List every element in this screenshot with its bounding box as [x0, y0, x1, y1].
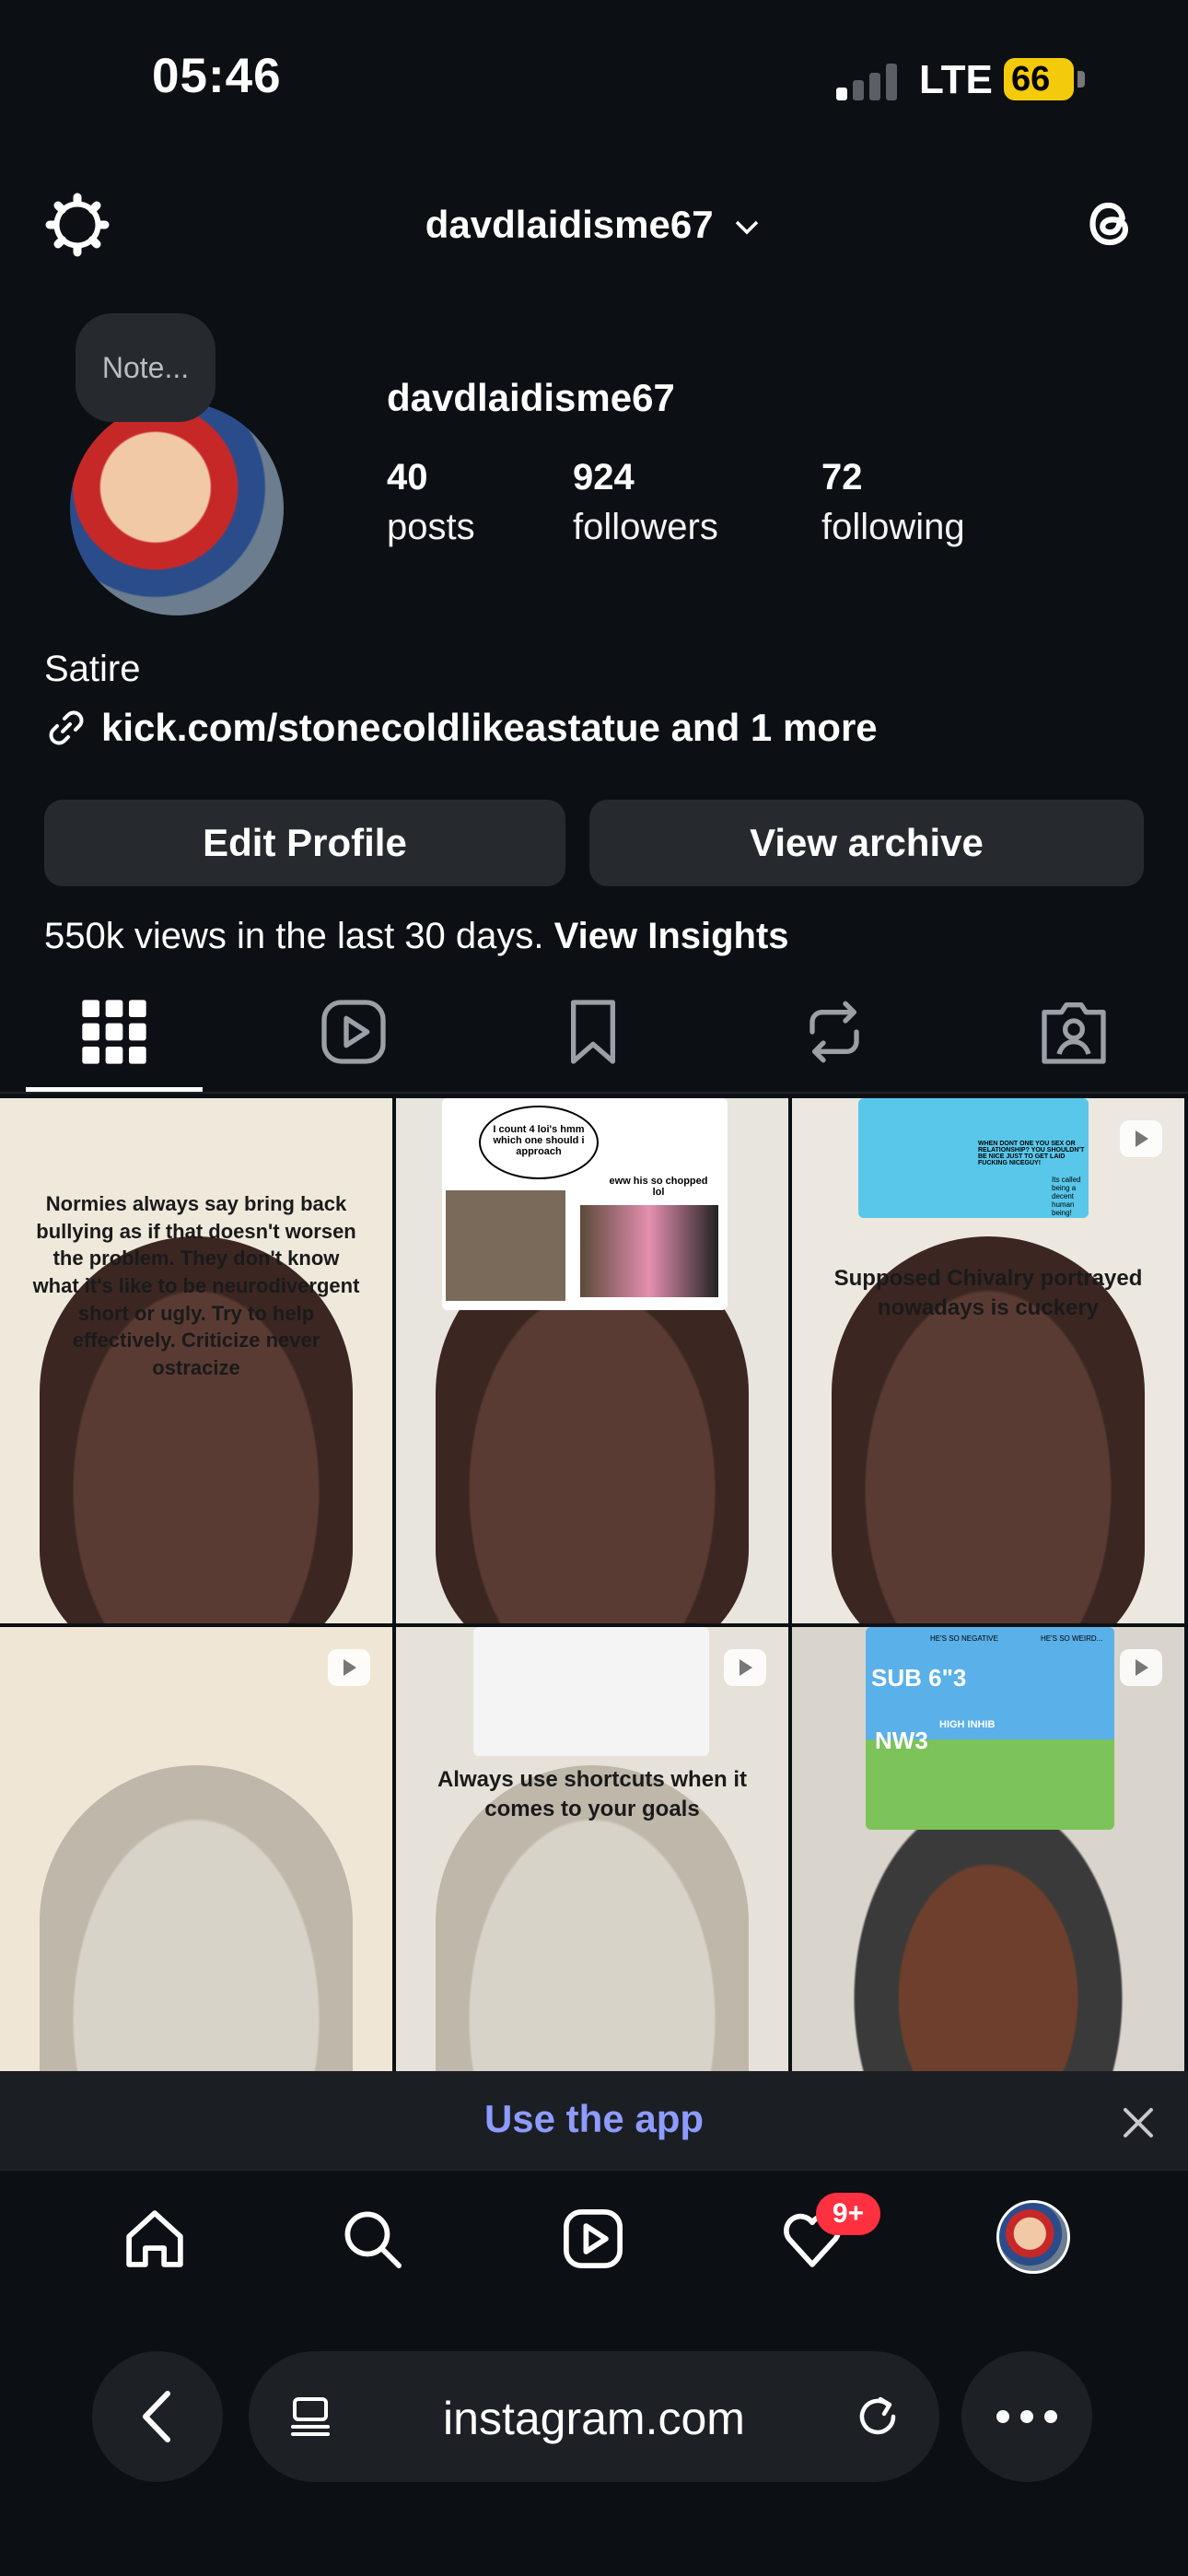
meme-label: HIGH INHIB: [939, 1719, 996, 1730]
bio-text: Satire: [44, 649, 141, 689]
battery-level: 66: [1011, 59, 1051, 99]
meme-text: eww his so chopped lol: [609, 1176, 708, 1198]
account-switcher[interactable]: davdlaidisme67: [0, 203, 1188, 247]
status-time: 05:46: [152, 49, 282, 103]
reel-icon: [1120, 1120, 1162, 1157]
meme-label: HE'S SO WEIRD...: [1041, 1634, 1103, 1643]
post-caption: Normies always say bring back bullying a…: [32, 1192, 360, 1380]
meme-drawing: [580, 1205, 718, 1297]
use-app-link[interactable]: Use the app: [0, 2097, 1188, 2141]
following-label[interactable]: following: [821, 507, 965, 548]
home-icon[interactable]: [120, 2204, 190, 2274]
meme-text: WHEN DONT ONE YOU SEX OR RELATIONSHIP? Y…: [978, 1141, 1085, 1166]
profile-avatar[interactable]: [70, 402, 284, 615]
profile-avatar-nav[interactable]: [996, 2200, 1070, 2274]
chevron-left-icon: [143, 2391, 170, 2442]
following-count[interactable]: 72: [821, 457, 863, 498]
back-button[interactable]: [92, 2351, 223, 2482]
bio-link[interactable]: kick.com/stonecoldlikeastatue and 1 more: [44, 706, 878, 750]
reels-icon[interactable]: [558, 2204, 628, 2274]
speech-bubble: I count 4 loi's hmm which one should i a…: [479, 1106, 599, 1179]
header-username: davdlaidisme67: [425, 203, 714, 246]
bio-link-text[interactable]: kick.com/stonecoldlikeastatue and 1 more: [101, 706, 878, 750]
battery-indicator: 66: [1004, 58, 1074, 100]
view-insights-link[interactable]: View Insights: [554, 916, 789, 956]
more-button[interactable]: [961, 2351, 1092, 2482]
view-archive-button[interactable]: View archive: [589, 800, 1144, 886]
post-tile[interactable]: Normies always say bring back bullying a…: [0, 1098, 392, 1623]
profile-name: davdlaidisme67: [387, 376, 675, 419]
threads-icon[interactable]: [1076, 190, 1144, 258]
meme-image: [473, 1627, 709, 1756]
meme-image: SUB 6"3 NW3 HIGH INHIB HE'S SO NEGATIVE …: [866, 1627, 1114, 1830]
reel-icon: [328, 1649, 370, 1686]
reels-tab-icon[interactable]: [317, 995, 390, 1069]
meme-image: I count 4 loi's hmm which one should i a…: [442, 1098, 728, 1310]
battery-tip: [1077, 71, 1085, 88]
link-icon: [49, 710, 84, 745]
close-icon[interactable]: [1120, 2104, 1157, 2141]
posts-label[interactable]: posts: [387, 507, 475, 548]
post-tile[interactable]: WHEN DONT ONE YOU SEX OR RELATIONSHIP? Y…: [792, 1098, 1184, 1623]
followers-count[interactable]: 924: [573, 457, 635, 498]
reload-icon[interactable]: [853, 2392, 903, 2441]
insights-text: 550k views in the last 30 days.: [44, 916, 544, 956]
reel-icon: [1120, 1649, 1162, 1686]
more-dots-icon: [996, 2410, 1057, 2423]
reposts-tab-icon[interactable]: [798, 995, 871, 1069]
note-bubble[interactable]: Note...: [76, 313, 215, 422]
insights-row: 550k views in the last 30 days. View Ins…: [44, 916, 789, 957]
tab-divider: [0, 1092, 1188, 1094]
network-type: LTE: [919, 57, 993, 102]
url-text[interactable]: instagram.com: [249, 2392, 939, 2445]
meme-label: SUB 6"3: [871, 1664, 967, 1692]
saved-tab-icon[interactable]: [556, 995, 630, 1069]
meme-image: WHEN DONT ONE YOU SEX OR RELATIONSHIP? Y…: [858, 1098, 1089, 1218]
followers-label[interactable]: followers: [573, 507, 718, 548]
post-caption: Always use shortcuts when it comes to yo…: [437, 1767, 748, 1822]
posts-count[interactable]: 40: [387, 457, 428, 498]
meme-label: HE'S SO NEGATIVE: [930, 1634, 998, 1643]
tagged-tab-icon[interactable]: [1037, 995, 1111, 1069]
edit-profile-button[interactable]: Edit Profile: [44, 800, 565, 886]
notification-badge: 9+: [816, 2193, 880, 2235]
search-icon[interactable]: [337, 2204, 407, 2274]
post-tile[interactable]: I count 4 loi's hmm which one should i a…: [396, 1098, 788, 1623]
meme-label: NW3: [875, 1727, 928, 1754]
meme-reply: Its called being a decent human being!: [1052, 1176, 1081, 1217]
grid-tab-icon[interactable]: [77, 995, 151, 1069]
post-caption: Supposed Chivalry portrayed nowadays is …: [833, 1266, 1143, 1321]
meme-photo: [446, 1190, 565, 1301]
chevron-down-icon: [736, 220, 759, 235]
signal-icon: [836, 60, 901, 100]
reel-icon: [724, 1649, 766, 1686]
